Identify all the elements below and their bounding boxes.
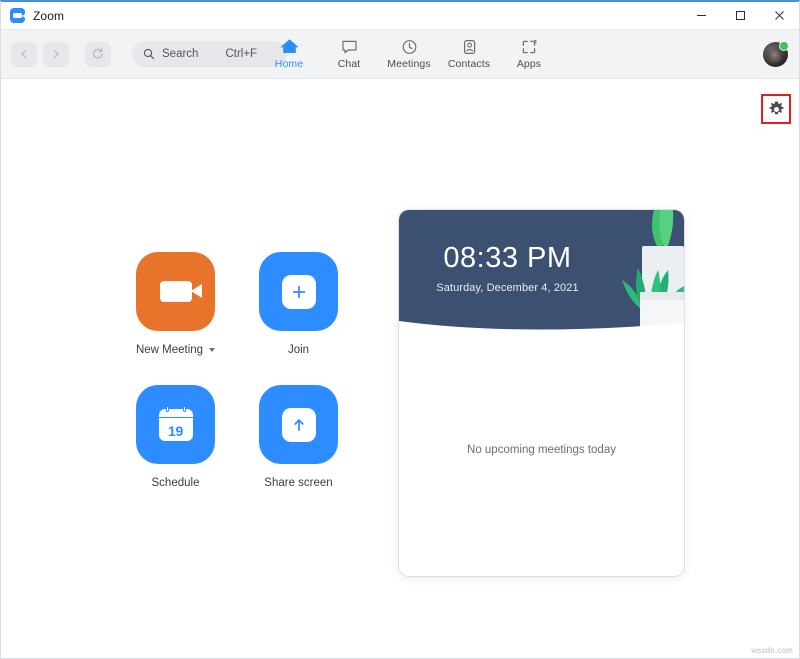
close-icon xyxy=(775,11,784,20)
tab-apps[interactable]: Apps xyxy=(499,32,559,76)
avatar[interactable] xyxy=(763,40,789,67)
nav-left-controls: Search Ctrl+F xyxy=(1,41,287,67)
tab-contacts[interactable]: Contacts xyxy=(439,32,499,76)
potted-plant-illustration xyxy=(622,210,684,336)
schedule-tile[interactable]: 19 xyxy=(136,385,215,464)
search-placeholder: Search xyxy=(162,48,199,60)
close-button[interactable] xyxy=(760,2,799,29)
zoom-app-window: Zoom Search Ctrl+F Home Chat Meetings Co… xyxy=(0,0,800,659)
settings-button[interactable] xyxy=(761,94,791,124)
chevron-left-icon xyxy=(21,49,27,59)
contact-card-icon xyxy=(461,38,478,55)
card-body: No upcoming meetings today xyxy=(399,336,684,576)
action-grid: New Meeting Join 19 Schedule Share scree… xyxy=(114,252,360,518)
maximize-button[interactable] xyxy=(721,2,760,29)
gear-icon xyxy=(768,101,784,114)
apps-grid-icon xyxy=(521,38,538,55)
nav-right-controls xyxy=(763,30,789,78)
title-bar-left: Zoom xyxy=(1,8,64,23)
watermark: wsxdn.com xyxy=(751,646,793,655)
window-controls xyxy=(682,2,799,29)
clock-icon xyxy=(401,38,418,55)
zoom-camera-logo-icon xyxy=(10,8,25,23)
nav-tabs: Home Chat Meetings Contacts Apps xyxy=(259,30,559,78)
upcoming-meetings-card: 08:33 PM Saturday, December 4, 2021 No u… xyxy=(399,210,684,576)
no-meetings-message: No upcoming meetings today xyxy=(467,444,616,456)
video-camera-icon xyxy=(159,281,202,302)
chat-bubble-icon xyxy=(341,38,358,55)
share-screen-tile[interactable] xyxy=(259,385,338,464)
home-content: New Meeting Join 19 Schedule Share scree… xyxy=(1,79,799,658)
join-tile[interactable] xyxy=(259,252,338,331)
share-screen-label: Share screen xyxy=(264,477,333,489)
search-shortcut: Ctrl+F xyxy=(225,48,258,60)
calendar-day: 19 xyxy=(168,422,183,439)
join-label: Join xyxy=(287,344,310,356)
chevron-down-icon[interactable] xyxy=(209,348,216,352)
tab-contacts-label: Contacts xyxy=(447,58,491,70)
banner-curve xyxy=(399,321,684,336)
chevron-right-icon xyxy=(53,49,59,59)
action-share-screen[interactable]: Share screen xyxy=(237,385,360,518)
refresh-icon xyxy=(93,48,103,59)
tab-home[interactable]: Home xyxy=(259,32,319,76)
share-screen-arrow-icon xyxy=(281,407,316,442)
share-screen-label-row: Share screen xyxy=(264,477,332,489)
schedule-label-row: Schedule xyxy=(152,477,200,489)
current-time: 08:33 PM xyxy=(443,242,572,274)
tab-meetings-label: Meetings xyxy=(387,58,431,70)
calendar-icon: 19 xyxy=(158,405,193,441)
join-label-row: Join xyxy=(288,344,309,356)
status-badge xyxy=(779,40,789,51)
minimize-icon xyxy=(697,15,706,16)
plus-square-icon xyxy=(281,274,316,309)
tab-home-label: Home xyxy=(274,58,304,70)
maximize-icon xyxy=(736,11,745,20)
minimize-button[interactable] xyxy=(682,2,721,29)
window-title: Zoom xyxy=(33,8,65,23)
action-new-meeting[interactable]: New Meeting xyxy=(114,252,237,385)
new-meeting-tile[interactable] xyxy=(136,252,215,331)
top-navigation-bar: Search Ctrl+F Home Chat Meetings Contact… xyxy=(1,30,799,79)
forward-button[interactable] xyxy=(43,41,69,67)
tab-meetings[interactable]: Meetings xyxy=(379,32,439,76)
back-button[interactable] xyxy=(11,41,37,67)
tab-chat-label: Chat xyxy=(337,58,361,70)
action-join[interactable]: Join xyxy=(237,252,360,385)
search-icon xyxy=(143,48,155,60)
new-meeting-label-row: New Meeting xyxy=(135,344,216,356)
action-schedule[interactable]: 19 Schedule xyxy=(114,385,237,518)
tab-chat[interactable]: Chat xyxy=(319,32,379,76)
clock-banner: 08:33 PM Saturday, December 4, 2021 xyxy=(399,210,684,336)
title-bar: Zoom xyxy=(1,2,799,30)
schedule-label: Schedule xyxy=(151,477,200,489)
new-meeting-label: New Meeting xyxy=(135,344,204,356)
current-date: Saturday, December 4, 2021 xyxy=(436,282,579,294)
refresh-button[interactable] xyxy=(85,41,111,67)
home-icon xyxy=(280,38,298,55)
tab-apps-label: Apps xyxy=(516,58,542,70)
